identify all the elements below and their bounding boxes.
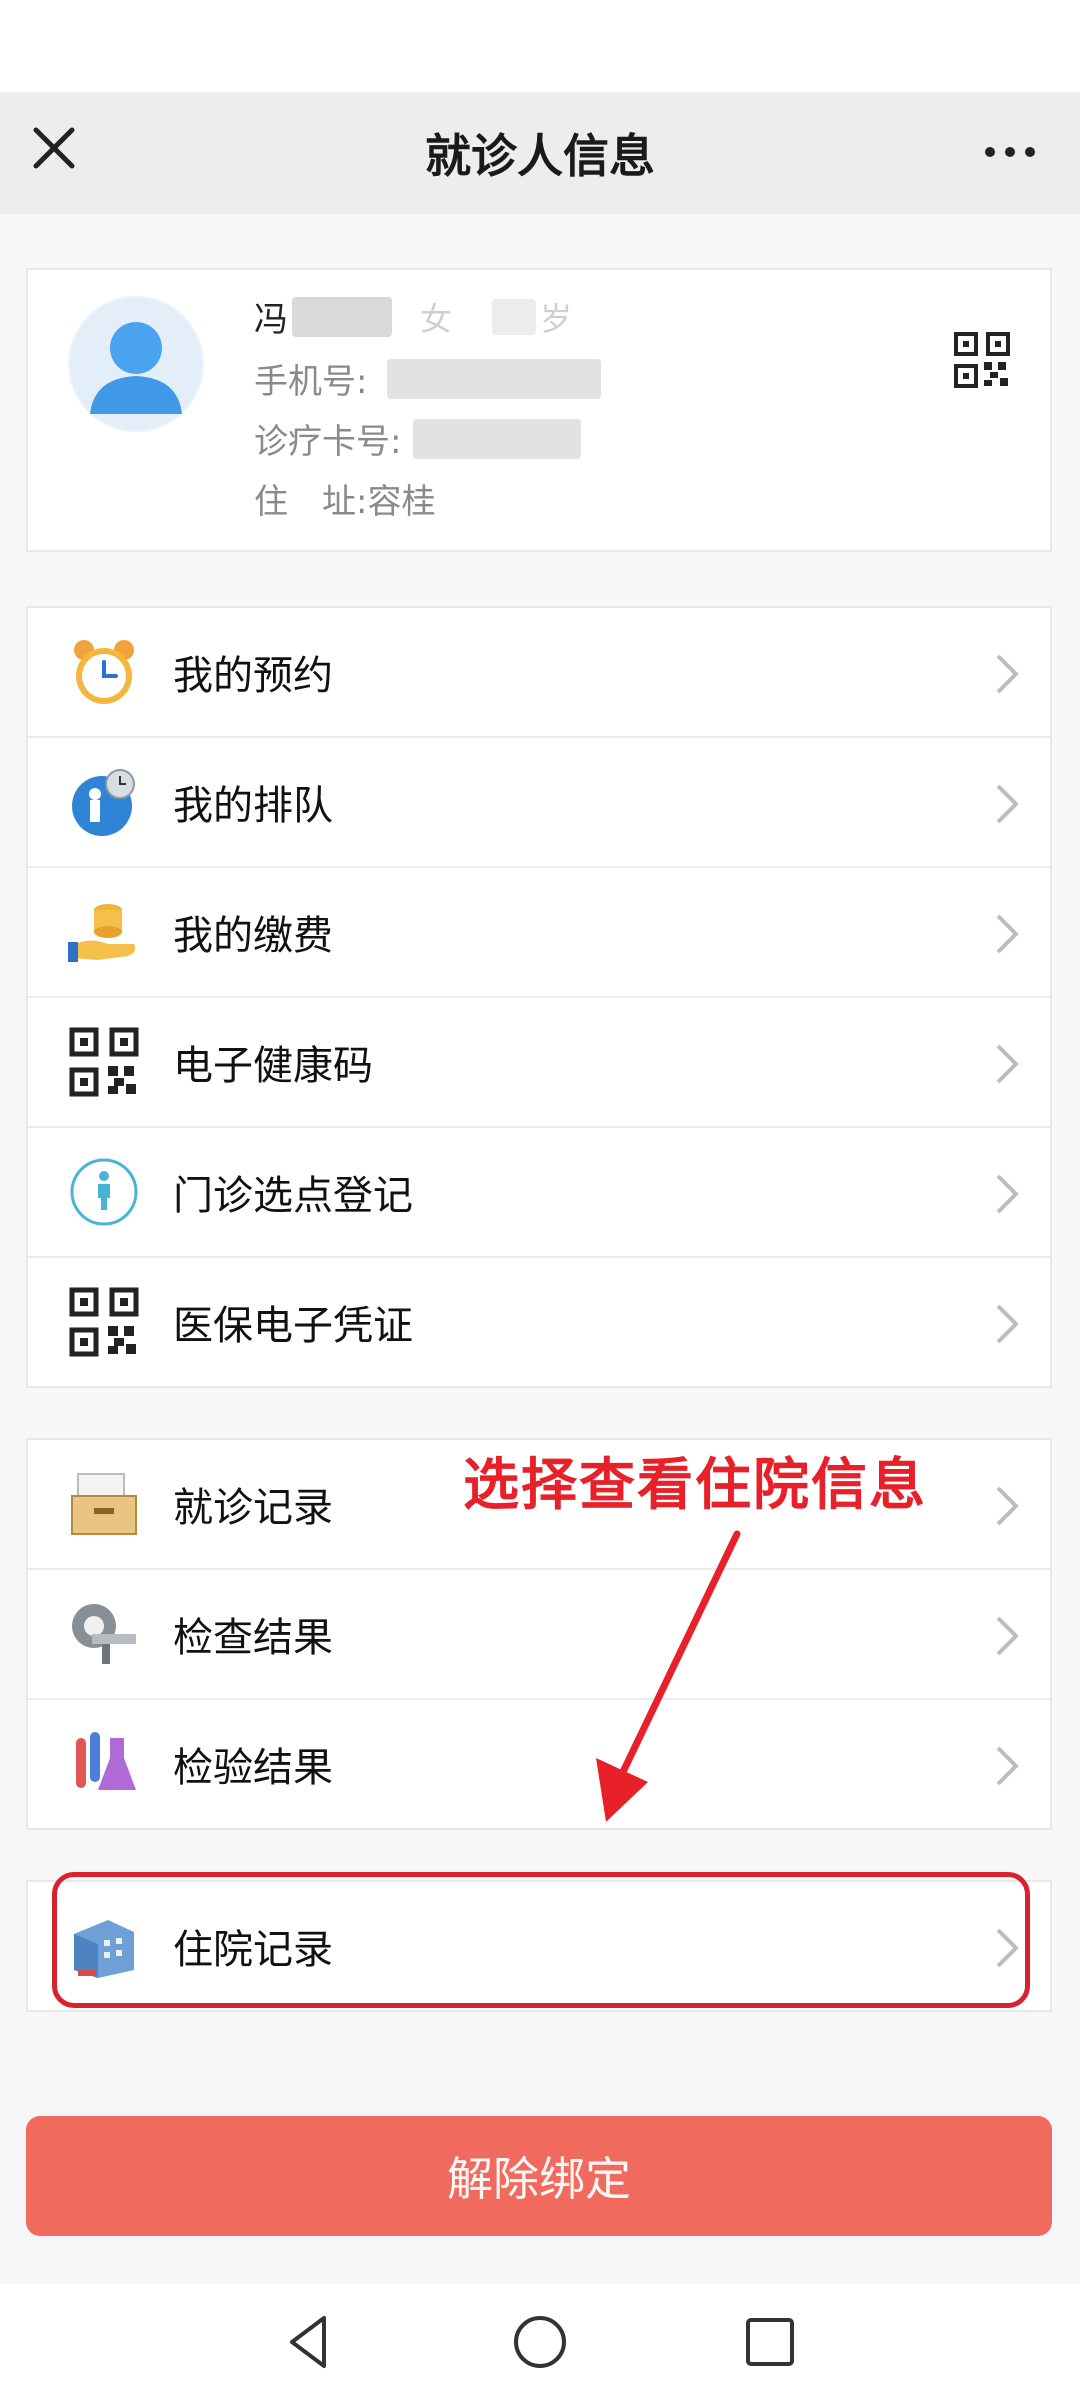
menu-item-medical-insurance-voucher[interactable]: 医保电子凭证 <box>28 1256 1050 1386</box>
chevron-right-icon <box>996 914 1019 954</box>
age-blur <box>492 298 537 335</box>
records-drawer-icon <box>71 1473 137 1535</box>
menu-item-health-code[interactable]: 电子健康码 <box>28 996 1050 1126</box>
qr-code-icon <box>69 1027 139 1097</box>
name-blur <box>292 296 392 337</box>
queue-icon <box>72 769 135 836</box>
patient-name-row: 冯 女 岁 <box>254 292 572 341</box>
system-nav-bar <box>0 2284 1080 2400</box>
recents-square-icon[interactable] <box>738 2310 802 2374</box>
age-suffix: 岁 <box>540 299 573 338</box>
menu-item-label: 医保电子凭证 <box>173 1303 413 1349</box>
address-row: 住 址: 容桂 <box>254 474 435 523</box>
menu-group-1: 我的预约 我的排队 我的缴费 电子健康码 门诊选点登记 医保电子凭证 <box>26 606 1052 1388</box>
phone-row: 手机号: <box>254 354 602 403</box>
person-icon <box>70 1158 138 1226</box>
user-avatar-icon <box>70 298 202 430</box>
status-bar <box>0 0 1080 92</box>
menu-item-label: 门诊选点登记 <box>173 1173 413 1219</box>
address-label: 住 址: <box>254 482 368 522</box>
menu-item-outpatient-registration[interactable]: 门诊选点登记 <box>28 1126 1050 1256</box>
menu-item-exam-results[interactable]: 检查结果 <box>28 1568 1050 1698</box>
card-number-label: 诊疗卡号: <box>254 422 402 462</box>
menu-item-label: 检查结果 <box>173 1615 333 1661</box>
annotation-text: 选择查看住院信息 <box>463 1453 927 1518</box>
close-icon[interactable] <box>26 120 82 176</box>
menu-item-label: 就诊记录 <box>173 1485 333 1531</box>
chevron-right-icon <box>996 1486 1019 1526</box>
menu-item-my-payment[interactable]: 我的缴费 <box>28 866 1050 996</box>
address-value: 容桂 <box>367 482 436 522</box>
chevron-right-icon <box>996 1174 1019 1214</box>
back-triangle-icon[interactable] <box>278 2310 342 2374</box>
test-tubes-icon <box>76 1732 136 1790</box>
qr-code-icon[interactable] <box>954 332 1010 388</box>
more-icon[interactable] <box>980 132 1040 172</box>
phone-blur <box>387 358 602 399</box>
menu-item-lab-results[interactable]: 检验结果 <box>28 1698 1050 1828</box>
chevron-right-icon <box>996 1304 1019 1344</box>
chevron-right-icon <box>996 654 1019 694</box>
menu-item-label: 检验结果 <box>173 1745 333 1791</box>
card-number-blur <box>413 418 582 459</box>
page-title: 就诊人信息 <box>425 129 655 183</box>
payment-coins-icon <box>68 904 136 962</box>
title-bar: 就诊人信息 <box>0 92 1080 214</box>
patient-profile-card: 冯 女 岁 手机号: 诊疗卡号: 住 址: 容桂 <box>26 268 1052 552</box>
menu-item-label: 我的预约 <box>173 653 333 699</box>
menu-item-label: 电子健康码 <box>173 1043 373 1089</box>
patient-gender: 女 <box>420 299 453 338</box>
menu-item-my-queue[interactable]: 我的排队 <box>28 736 1050 866</box>
alarm-clock-icon <box>74 640 134 704</box>
card-number-row: 诊疗卡号: <box>254 414 582 463</box>
annotation-highlight-box <box>52 1872 1030 2008</box>
chevron-right-icon <box>996 1044 1019 1084</box>
qr-code-icon <box>69 1287 139 1357</box>
phone-label: 手机号: <box>254 362 368 402</box>
avatar <box>68 296 204 432</box>
home-circle-icon[interactable] <box>508 2310 572 2374</box>
menu-item-label: 我的缴费 <box>173 913 333 959</box>
chevron-right-icon <box>996 784 1019 824</box>
chevron-right-icon <box>996 1616 1019 1656</box>
menu-item-label: 我的排队 <box>173 783 333 829</box>
ct-scanner-icon <box>72 1604 136 1664</box>
chevron-right-icon <box>996 1746 1019 1786</box>
patient-name: 冯 <box>254 300 288 340</box>
menu-item-my-appointment[interactable]: 我的预约 <box>28 608 1050 736</box>
unbind-button[interactable]: 解除绑定 <box>26 2116 1052 2236</box>
